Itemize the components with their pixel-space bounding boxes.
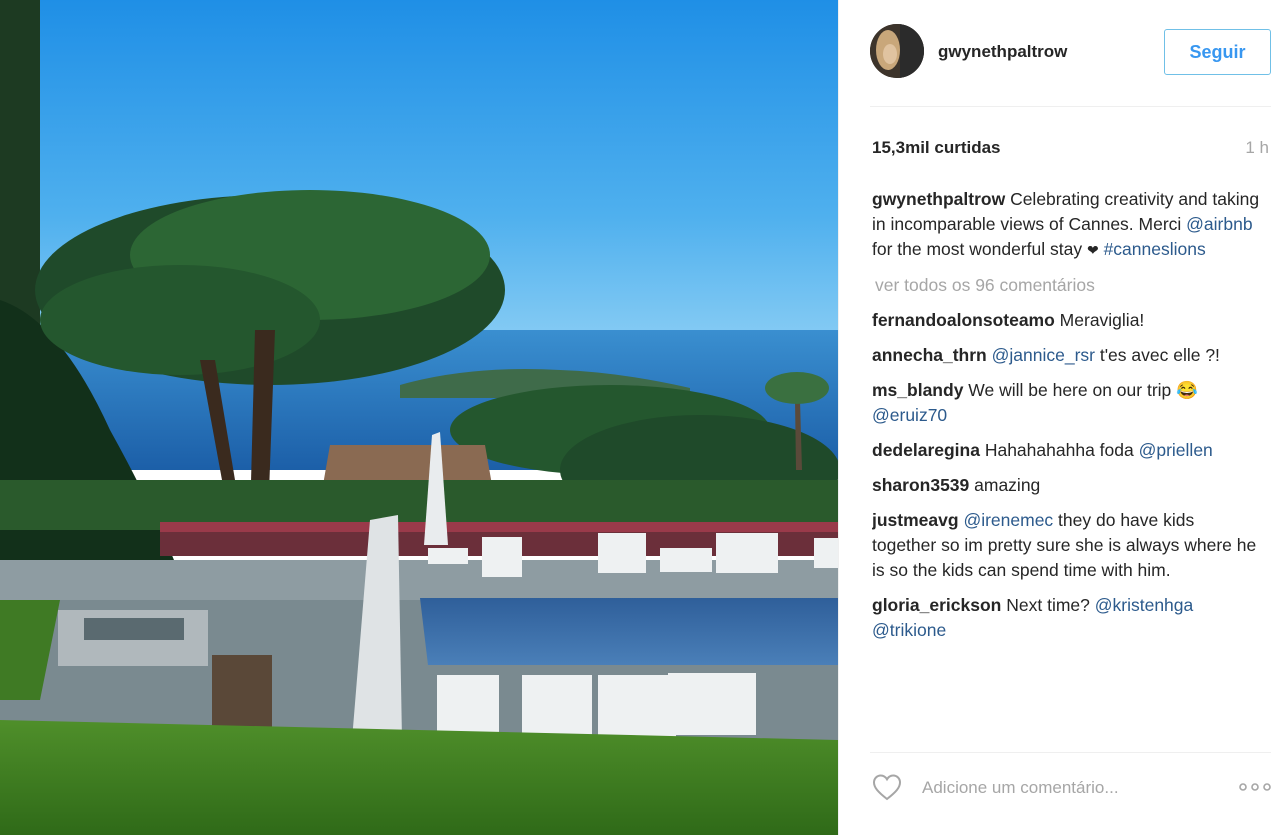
comment-item: fernandoalonsoteamo Meraviglia! — [872, 308, 1262, 333]
add-comment-input[interactable] — [920, 773, 1224, 803]
comment-item: dedelaregina Hahahahahha foda @priellen — [872, 438, 1262, 463]
comment-text: Next time? — [1001, 595, 1095, 615]
comment-author[interactable]: ms_blandy — [872, 380, 963, 400]
comment-item: ms_blandy We will be here on our trip 😂 … — [872, 378, 1262, 428]
follow-button[interactable]: Seguir — [1164, 29, 1271, 75]
header-divider — [870, 106, 1271, 107]
caption-mention[interactable]: @airbnb — [1186, 214, 1252, 234]
caption-text-2: for the most wonderful stay — [872, 239, 1087, 259]
comment-item: gloria_erickson Next time? @kristenhga @… — [872, 593, 1262, 643]
comments-list: gwynethpaltrow Celebrating creativity an… — [872, 187, 1262, 743]
post-header: gwynethpaltrow Seguir — [839, 0, 1280, 106]
caption-author[interactable]: gwynethpaltrow — [872, 189, 1005, 209]
avatar-image — [870, 24, 924, 78]
comment-author[interactable]: justmeavg — [872, 510, 959, 530]
post-details-panel: gwynethpaltrow Seguir 15,3mil curtidas 1… — [838, 0, 1280, 835]
comment-author[interactable]: fernandoalonsoteamo — [872, 310, 1055, 330]
avatar[interactable] — [870, 24, 924, 78]
comment-text: amazing — [969, 475, 1041, 495]
caption-hashtag[interactable]: #canneslions — [1104, 239, 1206, 259]
caption: gwynethpaltrow Celebrating creativity an… — [872, 187, 1262, 263]
more-options-button[interactable] — [1237, 776, 1273, 798]
post-username[interactable]: gwynethpaltrow — [938, 42, 1067, 62]
comment-items: fernandoalonsoteamo Meraviglia! annecha_t… — [872, 308, 1262, 643]
comment-text: Meraviglia! — [1054, 310, 1145, 330]
comment-text: t'es avec elle ?! — [1094, 345, 1220, 365]
comment-mention[interactable]: @jannice_rsr — [992, 345, 1095, 365]
comment-item: justmeavg @irenemec they do have kids to… — [872, 508, 1262, 583]
comment-author[interactable]: gloria_erickson — [872, 595, 1001, 615]
comment-author[interactable]: sharon3539 — [872, 475, 969, 495]
comment-text: Hahahahahha foda — [979, 440, 1139, 460]
comment-author[interactable]: annecha_thrn — [872, 345, 987, 365]
footer-divider — [870, 752, 1271, 753]
comment-item: sharon3539 amazing — [872, 473, 1262, 498]
view-all-comments-link[interactable]: ver todos os 96 comentários — [875, 273, 1262, 298]
post-time[interactable]: 1 h — [1245, 138, 1269, 158]
comment-item: annecha_thrn @jannice_rsr t'es avec elle… — [872, 343, 1262, 368]
heart-outline-icon — [872, 774, 902, 801]
more-options-icon — [1239, 783, 1271, 791]
comment-mention[interactable]: @irenemec — [963, 510, 1053, 530]
comment-mention[interactable]: @trikione — [872, 620, 946, 640]
comment-mention[interactable]: @kristenhga — [1095, 595, 1194, 615]
comment-mention[interactable]: @eruiz70 — [872, 405, 947, 425]
like-button[interactable] — [872, 773, 902, 801]
black-heart-icon: ❤ — [1086, 242, 1099, 258]
villa-pool-photo — [0, 0, 838, 835]
comment-mention[interactable]: @priellen — [1139, 440, 1213, 460]
likes-count[interactable]: 15,3mil curtidas — [872, 138, 1001, 158]
comment-author[interactable]: dedelaregina — [872, 440, 980, 460]
comment-text: We will be here on our trip 😂 — [963, 380, 1198, 400]
post-photo[interactable] — [0, 0, 838, 835]
